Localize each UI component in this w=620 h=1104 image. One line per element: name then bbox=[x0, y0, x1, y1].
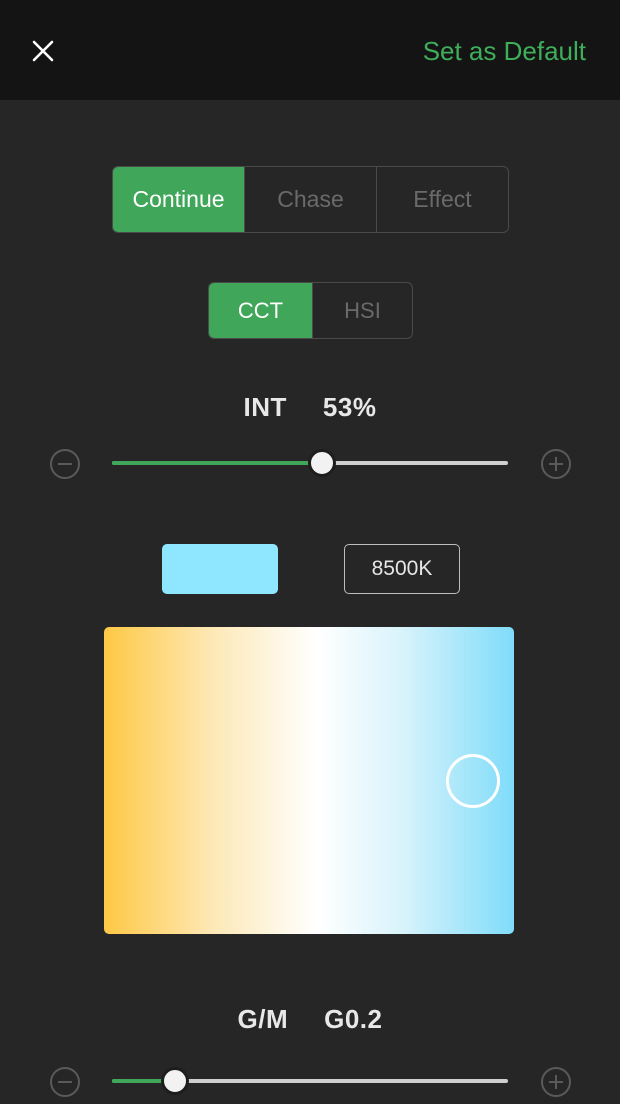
intensity-decrease-button[interactable] bbox=[50, 449, 80, 479]
picker-handle[interactable] bbox=[446, 753, 500, 808]
intensity-slider-thumb[interactable] bbox=[307, 449, 336, 477]
intensity-slider[interactable] bbox=[112, 443, 508, 483]
intensity-slider-fill bbox=[112, 461, 322, 465]
gm-readout: G/M G0.2 bbox=[0, 1004, 620, 1035]
gm-increase-button[interactable] bbox=[541, 1067, 571, 1097]
gm-value: G0.2 bbox=[324, 1004, 383, 1034]
tab-chase[interactable]: Chase bbox=[244, 167, 376, 232]
cct-color-picker[interactable] bbox=[104, 627, 514, 934]
tab-effect[interactable]: Effect bbox=[376, 167, 508, 232]
tab-continue[interactable]: Continue bbox=[113, 167, 244, 232]
gm-slider-thumb[interactable] bbox=[161, 1067, 190, 1095]
tab-hsi[interactable]: HSI bbox=[312, 283, 412, 338]
top-bar: Set as Default bbox=[0, 0, 620, 100]
cct-value-field[interactable]: 8500K bbox=[344, 544, 460, 594]
close-button[interactable] bbox=[26, 34, 60, 68]
intensity-value: 53% bbox=[322, 392, 377, 422]
gm-slider[interactable] bbox=[112, 1061, 508, 1101]
close-icon bbox=[32, 40, 54, 62]
intensity-readout: INT 53% bbox=[0, 392, 620, 423]
minus-circle-icon bbox=[58, 1081, 72, 1083]
tab-cct[interactable]: CCT bbox=[209, 283, 312, 338]
gm-label: G/M bbox=[237, 1004, 289, 1034]
set-as-default-button[interactable]: Set as Default bbox=[423, 34, 586, 68]
color-swatch bbox=[162, 544, 278, 594]
minus-circle-icon bbox=[58, 463, 72, 465]
color-space-selector: CCT HSI bbox=[208, 282, 413, 339]
mode-selector: Continue Chase Effect bbox=[112, 166, 509, 233]
intensity-label: INT bbox=[243, 392, 287, 422]
intensity-increase-button[interactable] bbox=[541, 449, 571, 479]
gm-decrease-button[interactable] bbox=[50, 1067, 80, 1097]
